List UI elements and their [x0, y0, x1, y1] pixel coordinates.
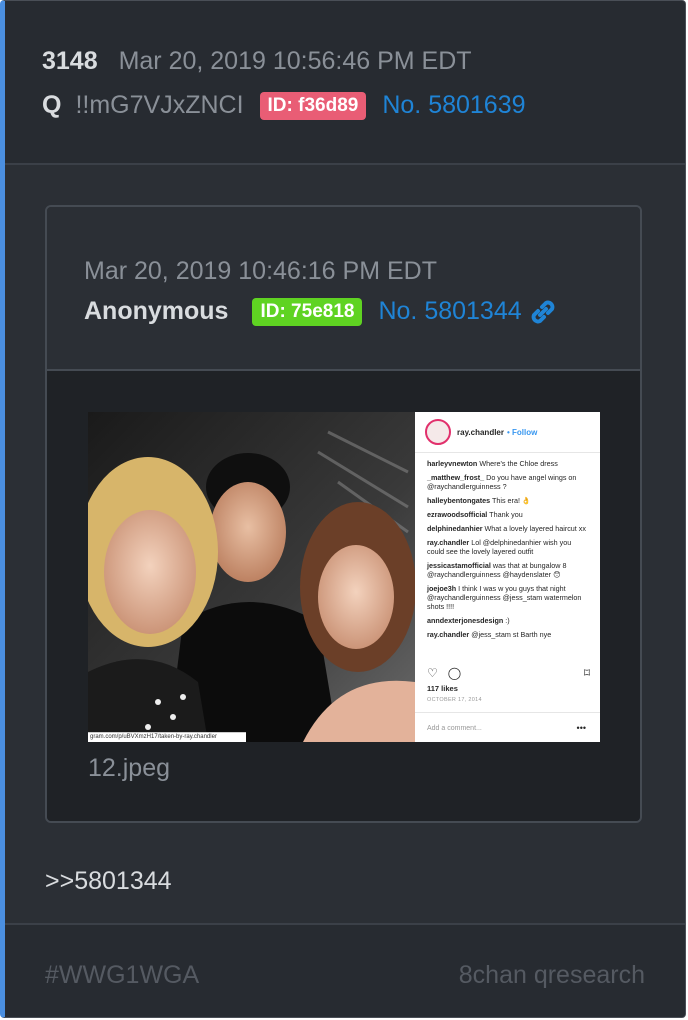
- bookmark-icon: ⌑: [583, 666, 590, 680]
- quoted-author-row: Anonymous ID: 75e818 No. 5801344: [84, 297, 558, 326]
- quoted-post-header: Mar 20, 2019 10:46:16 PM EDT Anonymous I…: [47, 207, 640, 371]
- comment-text: What a lovely layered haircut xx: [482, 524, 586, 533]
- avatar: [425, 419, 451, 445]
- comment-username: ezrawoodsofficial: [427, 510, 488, 519]
- comment-text: @jess_stam st Barth nye: [469, 630, 552, 639]
- likes-count: 117 likes: [427, 684, 458, 693]
- comment-username: harleyvnewton: [427, 459, 478, 468]
- instagram-comment: ezrawoodsofficial Thank you: [427, 510, 588, 519]
- follow-link: • Follow: [506, 427, 538, 437]
- quoted-post-body: gram.com/p/uBVXmzH17/taken-by-ray.chandl…: [47, 371, 640, 821]
- post-header: 3148 Mar 20, 2019 10:56:46 PM EDT Q !!mG…: [5, 1, 685, 165]
- comment-username: joejoe3h: [427, 584, 457, 593]
- photo-illustration: [88, 412, 415, 742]
- comment-text: Thank you: [487, 510, 523, 519]
- comment-username: anndexterjonesdesign: [427, 616, 504, 625]
- comment-username: ray.chandler: [427, 538, 470, 547]
- quoted-post-timestamp: Mar 20, 2019 10:46:16 PM EDT: [84, 257, 437, 285]
- hashtag: #WWG1WGA: [45, 961, 200, 989]
- image-filename[interactable]: 12.jpeg: [88, 754, 170, 783]
- quoted-author-name: Anonymous: [84, 297, 229, 325]
- post-date: OCTOBER 17, 2014: [427, 697, 482, 703]
- comment-username: jessicastamofficial: [427, 561, 491, 570]
- attached-image[interactable]: gram.com/p/uBVXmzH17/taken-by-ray.chandl…: [88, 412, 600, 742]
- instagram-comment: jessicastamofficial was that at bungalow…: [427, 561, 588, 579]
- more-options-icon: •••: [576, 723, 586, 733]
- add-comment-field: Add a comment...: [415, 712, 600, 742]
- author-name: Q: [42, 91, 62, 119]
- site-name: 8chan qresearch: [458, 961, 645, 989]
- comment-username: delphinedanhier: [427, 524, 483, 533]
- post-number: 3148: [42, 47, 98, 75]
- post-number-link[interactable]: No. 5801639: [382, 91, 525, 120]
- instagram-comments: harleyvnewton Where's the Chloe dress _ma…: [415, 453, 600, 639]
- quoted-post: Mar 20, 2019 10:46:16 PM EDT Anonymous I…: [45, 205, 642, 823]
- quoted-post-number-link[interactable]: No. 5801344: [378, 297, 521, 326]
- instagram-header: ray.chandler • Follow: [415, 412, 600, 453]
- heart-icon: ♡: [427, 666, 438, 680]
- comment-text: :): [503, 616, 510, 625]
- reply-link[interactable]: >>5801344: [45, 867, 172, 896]
- instagram-comment: joejoe3h I think I was w you guys that n…: [427, 584, 588, 611]
- instagram-comment: ray.chandler @jess_stam st Barth nye: [427, 630, 588, 639]
- instagram-comment: halleybentongates This era! 👌: [427, 496, 588, 505]
- comment-icon: ◯: [447, 666, 462, 680]
- instagram-comment: ray.chandler Lol @delphinedanhier wish y…: [427, 538, 588, 556]
- author-tripcode: !!mG7VJxZNCI: [75, 91, 244, 119]
- post-timestamp: Mar 20, 2019 10:56:46 PM EDT: [118, 47, 472, 75]
- post-author-row: Q !!mG7VJxZNCI ID: f36d89 No. 5801639: [42, 91, 526, 120]
- comment-username: ray.chandler: [427, 630, 470, 639]
- post-meta-row: 3148 Mar 20, 2019 10:56:46 PM EDT: [42, 47, 472, 76]
- link-icon[interactable]: [528, 299, 558, 325]
- instagram-panel: ray.chandler • Follow harleyvnewton Wher…: [415, 412, 600, 742]
- instagram-comment: _matthew_frost_ Do you have angel wings …: [427, 473, 588, 491]
- instagram-comment: harleyvnewton Where's the Chloe dress: [427, 459, 588, 468]
- comment-text: Where's the Chloe dress: [477, 459, 558, 468]
- image-url-caption: gram.com/p/uBVXmzH17/taken-by-ray.chandl…: [88, 732, 246, 742]
- instagram-username: ray.chandler: [457, 427, 504, 437]
- poster-id-badge: ID: f36d89: [259, 91, 367, 120]
- comment-username: halleybentongates: [427, 496, 491, 505]
- post-footer: #WWG1WGA 8chan qresearch: [5, 923, 685, 1017]
- instagram-actions: ♡ ◯ ⌑: [427, 666, 590, 680]
- quoted-id-badge: ID: 75e818: [252, 297, 363, 326]
- instagram-comment: anndexterjonesdesign :): [427, 616, 588, 625]
- instagram-comment: delphinedanhier What a lovely layered ha…: [427, 524, 588, 533]
- comment-text: This era! 👌: [490, 496, 531, 505]
- comment-username: _matthew_frost_: [427, 473, 485, 482]
- post-card: 3148 Mar 20, 2019 10:56:46 PM EDT Q !!mG…: [0, 0, 686, 1018]
